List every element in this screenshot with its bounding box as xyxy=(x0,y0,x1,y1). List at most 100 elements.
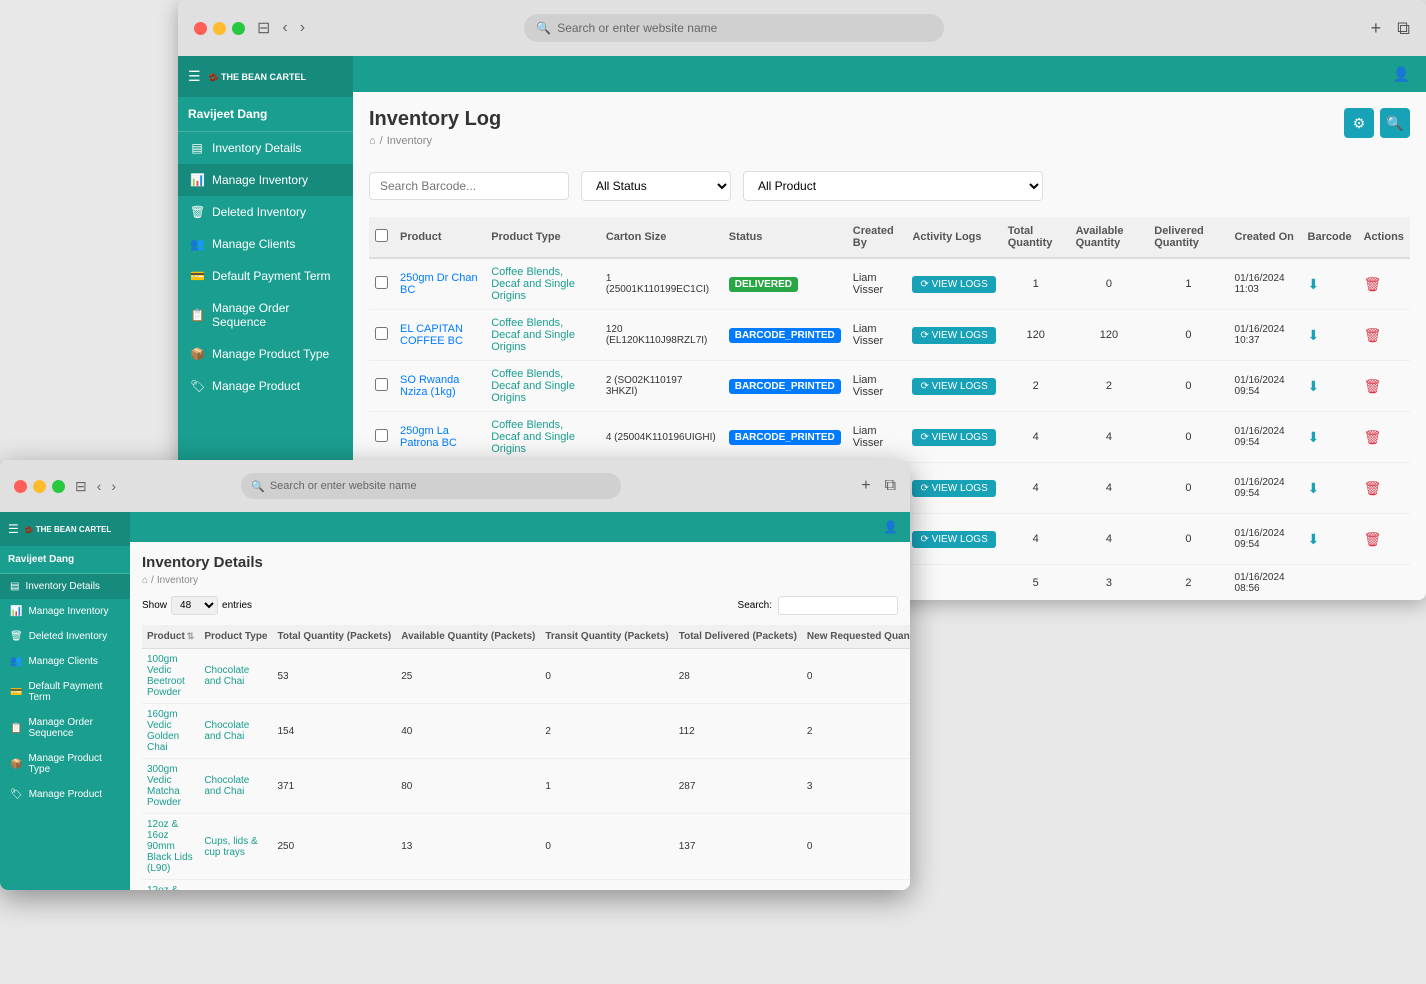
download-barcode-icon[interactable]: ⬇ xyxy=(1308,480,1320,496)
sidebar-item-default-payment-front[interactable]: 💳 Default Payment Term xyxy=(0,674,130,710)
sidebar-item-manage-inventory-back[interactable]: 📊 Manage Inventory xyxy=(178,164,353,196)
product-link-front[interactable]: 12oz & 16oz 90mm White Lids (L090) xyxy=(147,885,194,890)
address-bar-back[interactable]: 🔍 Search or enter website name xyxy=(524,14,944,42)
sort-icon-product[interactable]: ⇅ xyxy=(187,631,195,642)
product-link[interactable]: 250gm Dr Chan BC xyxy=(400,272,478,296)
product-filter[interactable]: All Product xyxy=(743,171,1043,201)
delete-icon[interactable]: 🗑 xyxy=(1364,327,1382,343)
search-input-front[interactable] xyxy=(778,596,898,615)
delete-icon[interactable]: 🗑 xyxy=(1364,429,1382,445)
product-link-front[interactable]: 100gm Vedic Beetroot Powder xyxy=(147,654,185,698)
sidebar-item-manage-product-back[interactable]: 🏷 Manage Product xyxy=(178,370,353,402)
type-link-front[interactable]: Chocolate and Chai xyxy=(204,665,249,687)
search-btn-back[interactable]: 🔍 xyxy=(1380,108,1410,138)
sidebar-item-deleted-inventory-back[interactable]: 🗑 Deleted Inventory xyxy=(178,196,353,228)
inventory-breadcrumb-back[interactable]: Inventory xyxy=(387,135,432,147)
carton-size-cell: 1 (25001K110199EC1CI) xyxy=(600,258,723,310)
select-all-checkbox[interactable] xyxy=(375,229,388,242)
download-barcode-icon[interactable]: ⬇ xyxy=(1308,531,1320,547)
close-button-back[interactable] xyxy=(194,22,207,35)
col-status: Status xyxy=(723,217,847,258)
hamburger-icon-back[interactable]: ☰ xyxy=(188,68,201,85)
sidebar-item-order-seq-back[interactable]: 📋 Manage Order Sequence xyxy=(178,292,353,338)
sidebar-item-manage-product-front[interactable]: 🏷 Manage Product xyxy=(0,782,130,807)
maximize-button-front[interactable] xyxy=(52,480,65,493)
plus-icon-back[interactable]: + xyxy=(1371,18,1382,39)
type-link-front[interactable]: Chocolate and Chai xyxy=(204,775,249,797)
sidebar-toggle-back[interactable]: ⊟ xyxy=(257,18,270,38)
delete-icon[interactable]: 🗑 xyxy=(1364,276,1382,292)
status-filter[interactable]: All Status xyxy=(581,171,731,201)
status-cell: BARCODE_PRINTED xyxy=(723,310,847,361)
view-logs-btn[interactable]: ⟳ VIEW LOGS xyxy=(912,480,995,497)
maximize-button-back[interactable] xyxy=(232,22,245,35)
sidebar-item-deleted-inventory-front[interactable]: 🗑 Deleted Inventory xyxy=(0,624,130,649)
nav-forward-front[interactable]: › xyxy=(111,478,116,494)
row-checkbox[interactable] xyxy=(375,429,388,442)
hamburger-icon-front[interactable]: ☰ xyxy=(8,522,19,536)
home-icon-front[interactable]: ⌂ xyxy=(142,575,148,586)
sidebar-item-default-payment-back[interactable]: 💳 Default Payment Term xyxy=(178,260,353,292)
close-button-front[interactable] xyxy=(14,480,27,493)
view-logs-btn[interactable]: ⟳ VIEW LOGS xyxy=(912,429,995,446)
type-cell-front: Cups, lids & cup trays xyxy=(199,880,272,891)
type-link-front[interactable]: Cups, lids & cup trays xyxy=(204,836,257,858)
product-link-front[interactable]: 12oz & 16oz 90mm Black Lids (L90) xyxy=(147,819,193,874)
minimize-button-front[interactable] xyxy=(33,480,46,493)
actions-cell: 🗑 xyxy=(1358,463,1410,514)
deleted-inventory-label-back: Deleted Inventory xyxy=(212,205,306,219)
row-checkbox[interactable] xyxy=(375,276,388,289)
inventory-details-icon-back: ▤ xyxy=(190,141,204,155)
download-barcode-icon[interactable]: ⬇ xyxy=(1308,327,1320,343)
download-barcode-icon[interactable]: ⬇ xyxy=(1308,378,1320,394)
sidebar-item-order-seq-front[interactable]: 📋 Manage Order Sequence xyxy=(0,710,130,746)
product-type-link[interactable]: Coffee Blends, Decaf and Single Origins xyxy=(491,266,575,302)
product-type-link[interactable]: Coffee Blends, Decaf and Single Origins xyxy=(491,317,575,353)
download-barcode-icon[interactable]: ⬇ xyxy=(1308,429,1320,445)
view-logs-btn[interactable]: ⟳ VIEW LOGS xyxy=(912,531,995,548)
order-seq-icon-back: 📋 xyxy=(190,308,204,322)
delete-icon[interactable]: 🗑 xyxy=(1364,531,1382,547)
delete-icon[interactable]: 🗑 xyxy=(1364,480,1382,496)
row-checkbox[interactable] xyxy=(375,327,388,340)
view-logs-btn[interactable]: ⟳ VIEW LOGS xyxy=(912,378,995,395)
delivered-cell-front: 287 xyxy=(674,759,802,814)
sidebar-item-manage-clients-front[interactable]: 👥 Manage Clients xyxy=(0,649,130,674)
nav-back-back[interactable]: ‹ xyxy=(282,19,287,37)
plus-icon-front[interactable]: + xyxy=(861,477,870,495)
product-link[interactable]: EL CAPITAN COFFEE BC xyxy=(400,323,463,347)
sidebar-item-inventory-details-front[interactable]: ▤ Inventory Details xyxy=(0,574,130,599)
copy-icon-back[interactable]: ⧉ xyxy=(1397,18,1410,39)
inventory-breadcrumb-front[interactable]: Inventory xyxy=(157,575,198,586)
product-link-front[interactable]: 160gm Vedic Golden Chai xyxy=(147,709,179,753)
product-type-link[interactable]: Coffee Blends, Decaf and Single Origins xyxy=(491,368,575,404)
product-link[interactable]: 250gm La Patrona BC xyxy=(400,425,457,449)
download-barcode-icon[interactable]: ⬇ xyxy=(1308,276,1320,292)
view-logs-btn[interactable]: ⟳ VIEW LOGS xyxy=(912,327,995,344)
sidebar-item-inventory-details-back[interactable]: ▤ Inventory Details xyxy=(178,132,353,164)
table-row: 160gm Vedic Golden Chai Chocolate and Ch… xyxy=(142,704,910,759)
product-link[interactable]: SO Rwanda Nziza (1kg) xyxy=(400,374,459,398)
sidebar-item-product-type-front[interactable]: 📦 Manage Product Type xyxy=(0,746,130,782)
view-logs-btn[interactable]: ⟳ VIEW LOGS xyxy=(912,276,995,293)
traffic-lights-front xyxy=(14,480,65,493)
entries-select-front[interactable]: 10 25 48 100 xyxy=(171,596,218,615)
address-bar-front[interactable]: 🔍 Search or enter website name xyxy=(241,473,621,499)
product-link-front[interactable]: 300gm Vedic Matcha Powder xyxy=(147,764,181,808)
activity-logs-cell: ⟳ VIEW LOGS xyxy=(906,310,1001,361)
sidebar-toggle-front[interactable]: ⊟ xyxy=(75,478,87,495)
settings-btn-back[interactable]: ⚙ xyxy=(1344,108,1374,138)
product-type-link[interactable]: Coffee Blends, Decaf and Single Origins xyxy=(491,419,575,455)
delete-icon[interactable]: 🗑 xyxy=(1364,378,1382,394)
row-checkbox[interactable] xyxy=(375,378,388,391)
minimize-button-back[interactable] xyxy=(213,22,226,35)
home-icon-back[interactable]: ⌂ xyxy=(369,135,376,147)
copy-icon-front[interactable]: ⧉ xyxy=(885,477,896,495)
barcode-search-input[interactable] xyxy=(369,172,569,200)
nav-back-front[interactable]: ‹ xyxy=(97,478,102,494)
nav-forward-back[interactable]: › xyxy=(300,19,305,37)
sidebar-item-product-type-back[interactable]: 📦 Manage Product Type xyxy=(178,338,353,370)
sidebar-item-manage-inventory-front[interactable]: 📊 Manage Inventory xyxy=(0,599,130,624)
type-link-front[interactable]: Chocolate and Chai xyxy=(204,720,249,742)
sidebar-item-manage-clients-back[interactable]: 👥 Manage Clients xyxy=(178,228,353,260)
